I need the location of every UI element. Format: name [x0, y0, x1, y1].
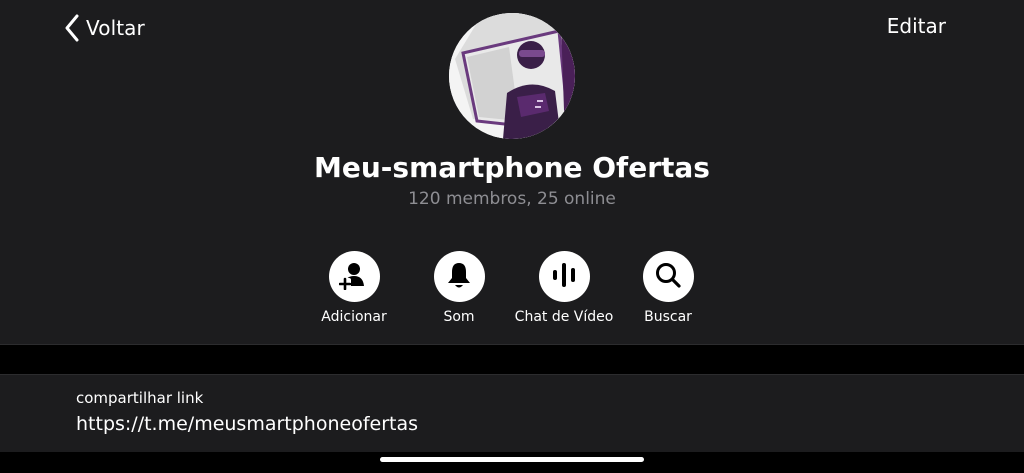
- voice-wave-icon: [551, 261, 577, 293]
- section-divider-bottom: [0, 374, 1024, 375]
- add-member-button[interactable]: Adicionar: [299, 251, 409, 325]
- back-button[interactable]: Voltar: [64, 12, 145, 44]
- group-avatar[interactable]: [449, 13, 575, 139]
- share-link-url[interactable]: https://t.me/meusmartphoneofertas: [76, 413, 418, 435]
- search-circle: [642, 251, 694, 302]
- video-chat-button[interactable]: Chat de Vídeo: [509, 251, 619, 325]
- search-label: Buscar: [644, 309, 692, 325]
- video-chat-label: Chat de Vídeo: [514, 309, 614, 325]
- sound-circle: [433, 251, 485, 302]
- sound-label: Som: [443, 309, 475, 325]
- add-member-circle: [328, 251, 380, 302]
- add-member-icon: [338, 260, 369, 294]
- sound-button[interactable]: Som: [404, 251, 514, 325]
- group-title: Meu-smartphone Ofertas: [314, 151, 710, 184]
- group-header: Voltar Editar Meu-smartphone Ofertas 120…: [0, 0, 1024, 344]
- section-divider-top: [0, 344, 1024, 345]
- chevron-left-icon: [64, 14, 80, 42]
- edit-button[interactable]: Editar: [887, 14, 946, 38]
- group-subtitle: 120 membros, 25 online: [408, 189, 616, 209]
- group-info-screen: Voltar Editar Meu-smartphone Ofertas 120…: [0, 0, 1024, 473]
- video-chat-circle: [538, 251, 590, 302]
- share-link-caption: compartilhar link: [76, 389, 204, 407]
- bell-icon: [446, 261, 472, 293]
- add-member-label: Adicionar: [321, 309, 387, 325]
- back-label: Voltar: [86, 16, 145, 40]
- share-link-section[interactable]: compartilhar link https://t.me/meusmartp…: [0, 375, 1024, 452]
- search-icon: [654, 261, 682, 293]
- search-button[interactable]: Buscar: [613, 251, 723, 325]
- home-indicator[interactable]: [380, 457, 644, 462]
